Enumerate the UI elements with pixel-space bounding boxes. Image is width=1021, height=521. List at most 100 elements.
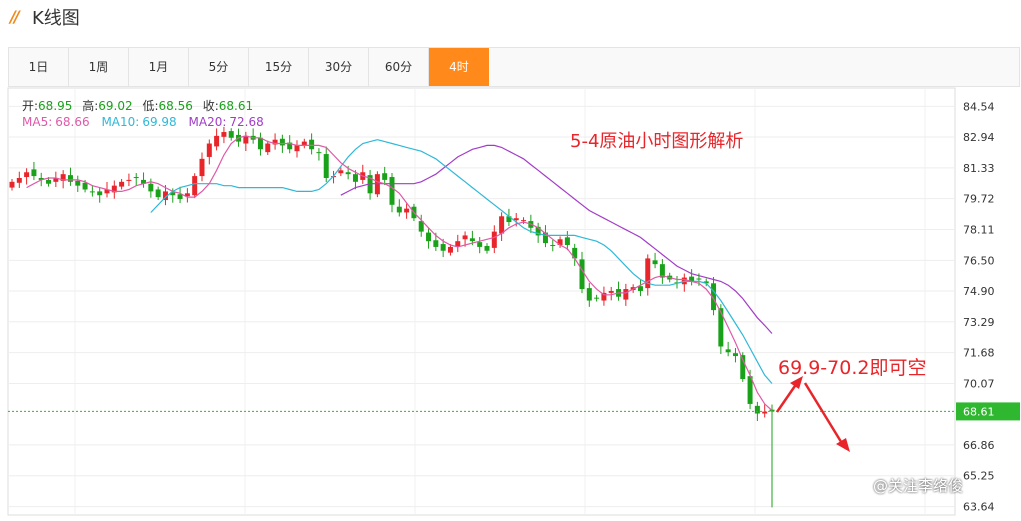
candle-body xyxy=(352,174,358,182)
close-value: 68.61 xyxy=(219,99,253,113)
y-tick-label: 79.72 xyxy=(963,193,995,206)
candle-body xyxy=(608,290,614,293)
candle-body xyxy=(469,238,475,242)
y-tick-label: 73.29 xyxy=(963,316,995,329)
y-tick-label: 78.11 xyxy=(963,224,995,237)
candle-body xyxy=(199,158,205,177)
candle-body xyxy=(586,288,592,301)
kline-chart: 84.54 82.94 81.33 79.72 78.11 76.50 74.90 73.29… xyxy=(7,87,1020,516)
y-tick-label: 66.86 xyxy=(963,439,995,452)
candle-body xyxy=(46,179,52,184)
y-tick-label: 74.90 xyxy=(963,285,995,298)
y-tick-label: 76.50 xyxy=(963,254,995,267)
candle-body xyxy=(323,154,329,178)
last-price-label: 68.61 xyxy=(963,405,995,418)
candle-body xyxy=(24,172,30,178)
candle-body xyxy=(550,245,556,247)
candle-body xyxy=(426,232,432,242)
candle-body xyxy=(338,170,344,174)
candle-body xyxy=(491,231,497,248)
candle-body xyxy=(484,245,490,251)
candle-body xyxy=(732,353,738,357)
candle-body xyxy=(148,183,154,192)
candle-body xyxy=(521,220,527,222)
candle-body xyxy=(214,135,220,147)
candle-body xyxy=(89,191,95,193)
candle-body xyxy=(9,181,15,188)
candle-body xyxy=(133,177,139,179)
candle-body xyxy=(447,246,453,253)
candle-body xyxy=(404,208,410,213)
candle-body xyxy=(477,242,483,247)
ma20-label: MA20: xyxy=(189,115,227,129)
ma10-line xyxy=(150,139,773,384)
ma10-value: 69.98 xyxy=(142,115,176,129)
candle-body xyxy=(257,137,263,150)
candle-body xyxy=(309,139,315,150)
candle-body xyxy=(637,286,643,291)
candle-body xyxy=(177,194,183,200)
candle-body xyxy=(16,177,22,183)
candle-body xyxy=(725,349,731,353)
candle-body xyxy=(279,138,285,146)
candle-body xyxy=(345,172,351,175)
candle-body xyxy=(31,169,37,177)
candle-body xyxy=(206,143,212,157)
y-tick-label: 81.33 xyxy=(963,162,995,175)
candle-body xyxy=(513,218,519,221)
candle-body xyxy=(382,173,388,180)
candle-body xyxy=(155,189,161,198)
candle-body xyxy=(228,131,234,138)
candle-body xyxy=(623,289,629,300)
ohlc-readout: 开:68.95 高:69.02 低:68.56 收:68.61 xyxy=(22,98,253,113)
y-tick-label: 84.54 xyxy=(963,100,995,113)
low-label: 低: xyxy=(142,99,158,113)
ma10-label: MA10: xyxy=(101,115,139,129)
arrow-down-head xyxy=(836,438,850,452)
candle-body xyxy=(696,278,702,280)
candle-body xyxy=(126,179,132,181)
candle-body xyxy=(221,132,227,137)
ma5-label: MA5: xyxy=(22,115,52,129)
candle-body xyxy=(440,244,446,251)
ma-readout: MA5: 68.66 MA10: 69.98 MA20: 72.68 xyxy=(22,115,264,129)
open-label: 开: xyxy=(22,99,38,113)
watermark: @关注李络俊 xyxy=(873,477,964,495)
candle-body xyxy=(754,405,760,414)
ma20-value: 72.68 xyxy=(229,115,263,129)
candle-body xyxy=(67,175,73,182)
candle-body xyxy=(265,143,271,153)
high-value: 69.02 xyxy=(98,99,132,113)
arrow-up-segment xyxy=(775,382,799,413)
candle-body xyxy=(564,237,570,246)
low-value: 68.56 xyxy=(159,99,193,113)
candle-body xyxy=(294,145,300,152)
candle-body xyxy=(499,216,505,234)
chart-annotation-title: 5-4原油小时图形解析 xyxy=(570,131,743,152)
candle-body xyxy=(594,297,600,299)
ma20-line xyxy=(340,144,773,334)
candle-body xyxy=(97,191,103,196)
open-value: 68.95 xyxy=(38,99,72,113)
candle-body xyxy=(243,135,249,144)
ma5-value: 68.66 xyxy=(55,115,89,129)
candle-body xyxy=(192,176,198,196)
candle-body xyxy=(433,240,439,247)
candle-body xyxy=(316,152,322,154)
annotation-layer: 68.61 xyxy=(8,376,1020,452)
arrow-down-segment xyxy=(803,382,845,446)
close-label: 收: xyxy=(203,99,219,113)
y-tick-label: 71.68 xyxy=(963,347,995,360)
y-tick-label: 70.07 xyxy=(963,377,995,390)
y-tick-label: 63.64 xyxy=(963,501,995,514)
candle-body xyxy=(652,260,658,265)
candle-body xyxy=(579,259,585,290)
candle-body xyxy=(718,308,724,347)
trade-note: 69.9-70.2即可空 xyxy=(778,357,926,379)
candle-body xyxy=(462,235,468,240)
candle-body xyxy=(119,181,125,187)
price-axis: 84.54 82.94 81.33 79.72 78.11 76.50 74.90 73.29… xyxy=(963,100,995,513)
candle-body xyxy=(82,182,88,190)
high-label: 高: xyxy=(82,98,98,113)
candle-body xyxy=(389,177,395,205)
